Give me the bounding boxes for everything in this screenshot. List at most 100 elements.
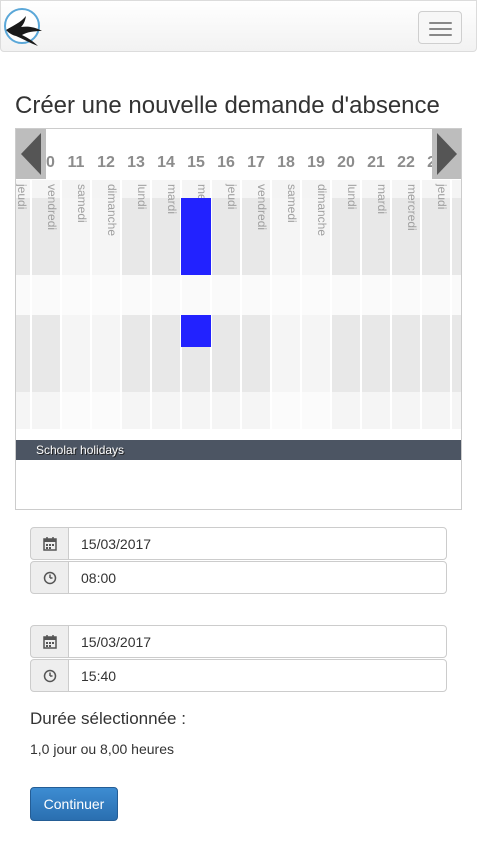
planning-day-name: samedi — [75, 184, 89, 223]
planning-day-name: lundi — [345, 184, 359, 210]
planning-slot[interactable] — [422, 275, 450, 315]
planning-slot[interactable] — [452, 198, 461, 275]
planning-slot[interactable] — [212, 392, 240, 429]
planning-slot[interactable] — [62, 315, 90, 392]
start-date-group — [30, 527, 447, 560]
planning-slot[interactable] — [242, 392, 270, 429]
planning-slot[interactable] — [302, 315, 330, 392]
arrow-left-icon[interactable] — [16, 129, 46, 179]
planning-day-name: vendredi — [255, 184, 269, 231]
page-title: Créer une nouvelle demande d'absence — [15, 92, 440, 119]
planning-slot[interactable] — [152, 275, 180, 315]
planning-slot[interactable] — [272, 392, 300, 429]
planning-slot[interactable] — [392, 315, 420, 392]
start-date-input[interactable] — [68, 527, 447, 560]
planning-slot[interactable] — [122, 315, 150, 392]
planning-slot[interactable] — [272, 275, 300, 315]
planning-slot[interactable] — [16, 198, 30, 275]
planning-day-column[interactable] — [16, 180, 30, 429]
planning-day-column[interactable] — [362, 180, 390, 429]
start-time-input[interactable] — [68, 561, 447, 594]
planning-day-column[interactable] — [212, 180, 240, 429]
planning-day-14: 14 mardi — [151, 129, 181, 429]
planning-slot[interactable] — [332, 198, 360, 275]
end-time-group — [30, 659, 447, 692]
planning-day-name: jeudi — [225, 184, 239, 210]
planning-slot[interactable] — [302, 275, 330, 315]
planning-day-column[interactable] — [452, 180, 461, 429]
calendar-icon — [30, 625, 69, 658]
planning-day-column[interactable] — [422, 180, 450, 429]
planning-day-15: 15mercredi — [181, 129, 211, 429]
planning-slot[interactable] — [422, 198, 450, 275]
swallow-logo-icon[interactable] — [2, 5, 44, 47]
planning-slot[interactable] — [92, 392, 120, 429]
planning-day-name: jeudi — [435, 184, 449, 210]
planning-slot[interactable] — [302, 392, 330, 429]
planning-day-number: 16 — [217, 154, 235, 171]
planning-slot[interactable] — [92, 275, 120, 315]
menu-toggle-button[interactable] — [418, 11, 462, 44]
planning-day-column[interactable] — [122, 180, 150, 429]
planning-slot[interactable] — [62, 275, 90, 315]
planning-slot[interactable] — [32, 315, 60, 392]
planning-slot[interactable] — [152, 392, 180, 429]
planning-slot[interactable] — [212, 275, 240, 315]
planning-slot[interactable] — [212, 315, 240, 392]
planning-slot[interactable] — [182, 275, 210, 315]
planning-slot[interactable] — [392, 392, 420, 429]
planning-slot[interactable] — [452, 275, 461, 315]
planning-slot[interactable] — [452, 315, 461, 392]
planning-slot[interactable] — [212, 198, 240, 275]
planning-day-13: 13 lundi — [121, 129, 151, 429]
planning-slot[interactable] — [362, 392, 390, 429]
planning-day-column[interactable] — [152, 180, 180, 429]
planning-slot[interactable] — [242, 315, 270, 392]
planning-slot[interactable] — [422, 315, 450, 392]
planning-slot[interactable] — [92, 315, 120, 392]
planning-slot[interactable] — [16, 392, 30, 429]
planning-slot[interactable] — [362, 315, 390, 392]
planning-slot[interactable] — [242, 275, 270, 315]
navbar — [0, 0, 477, 52]
planning-day-number: 11 — [67, 154, 85, 171]
planning-day-number: 15 — [187, 154, 205, 171]
planning-slot[interactable] — [122, 392, 150, 429]
planning-slot[interactable] — [122, 275, 150, 315]
planning-slot[interactable] — [332, 315, 360, 392]
end-time-input[interactable] — [68, 659, 447, 692]
planning-day-number: 13 — [127, 154, 145, 171]
planning-slot[interactable] — [32, 392, 60, 429]
scholar-holidays-bar: Scholar holidays — [16, 440, 461, 460]
absence-morning-block[interactable] — [181, 198, 211, 275]
planning-slot[interactable] — [16, 275, 30, 315]
hamburger-menu-icon — [429, 22, 452, 24]
clock-icon — [30, 659, 69, 692]
planning-day-12: 12 dimanche — [91, 129, 121, 429]
planning-slot[interactable] — [152, 315, 180, 392]
duration-value: 1,0 jour ou 8,00 heures — [30, 741, 174, 757]
planning-day-column[interactable] — [332, 180, 360, 429]
planning-slot[interactable] — [32, 275, 60, 315]
planning-slot[interactable] — [452, 392, 461, 429]
planning-day-number: 14 — [157, 154, 175, 171]
planning-day-17: 17 vendredi — [241, 129, 271, 429]
planning-slot[interactable] — [62, 392, 90, 429]
planning-slot[interactable] — [332, 275, 360, 315]
planning-slot[interactable] — [182, 392, 210, 429]
absence-afternoon-block[interactable] — [181, 315, 211, 347]
arrow-right-icon[interactable] — [432, 129, 461, 179]
end-date-input[interactable] — [68, 625, 447, 658]
planning-slot[interactable] — [392, 275, 420, 315]
planning-day-18: 18 samedi — [271, 129, 301, 429]
planning-slot[interactable] — [422, 392, 450, 429]
planning-slot[interactable] — [122, 198, 150, 275]
continue-button[interactable]: Continuer — [30, 787, 118, 821]
planning-slot[interactable] — [16, 315, 30, 392]
planning-slot[interactable] — [452, 180, 461, 198]
end-date-group — [30, 625, 447, 658]
planning-day-number: 17 — [247, 154, 265, 171]
planning-slot[interactable] — [362, 275, 390, 315]
planning-slot[interactable] — [332, 392, 360, 429]
planning-slot[interactable] — [272, 315, 300, 392]
